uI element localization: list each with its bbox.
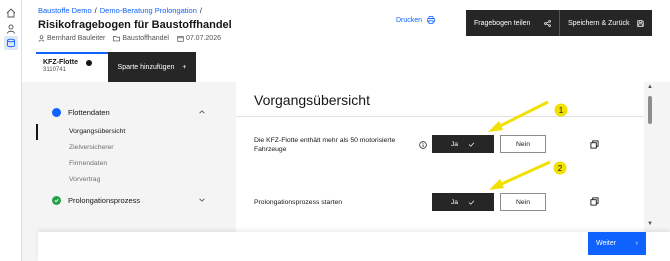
scrollbar-thumb[interactable] — [648, 96, 652, 124]
panel-heading: Vorgangsübersicht — [254, 92, 370, 108]
nav-item-firmendaten[interactable]: Firmendaten — [36, 156, 216, 172]
question-fahrzeuge: Die KFZ-Flotte enthält mehr als 50 motor… — [254, 137, 396, 153]
app-root: Baustoffe Demo / Demo-Beratung Prolongat… — [0, 0, 670, 261]
meta-company: Baustoffhandel — [113, 35, 169, 42]
yes-label: Ja — [450, 140, 459, 148]
no-label: Nein — [516, 198, 530, 206]
add-sparte-button[interactable]: Sparte hinzufügen + — [108, 52, 196, 82]
info-icon[interactable] — [419, 141, 427, 149]
page-meta: Bernhard Bauleiter Baustoffhandel 07.07.… — [38, 35, 221, 42]
meta-date: 07.07.2026 — [177, 35, 221, 42]
nav-section-label: Prolongationsprozess — [68, 195, 141, 205]
questionnaire-panel: Vorgangsübersicht Die KFZ-Flotte enthält… — [236, 82, 656, 232]
yes-label: Ja — [450, 198, 459, 206]
share-icon — [544, 19, 551, 27]
chevron-up-icon — [199, 110, 205, 114]
nav-section-prolongationsprozess[interactable]: Prolongationsprozess — [36, 192, 216, 208]
next-button[interactable]: Weiter › — [588, 232, 646, 255]
page-title: Risikofragebogen für Baustoffhandel — [38, 19, 232, 31]
share-button[interactable]: Fragebogen teilen — [466, 10, 560, 36]
copy-icon[interactable] — [590, 197, 599, 206]
nav-item-vorvertrag[interactable]: Vorvertrag — [36, 172, 216, 188]
folder-icon — [113, 36, 121, 42]
sparte-tabs: KFZ-Flotte 3110741 Sparte hinzufügen + — [22, 52, 670, 82]
printer-icon — [427, 16, 435, 24]
left-rail — [0, 0, 22, 261]
breadcrumb-separator: / — [199, 6, 202, 15]
meta-user-name: Bernhard Bauleiter — [47, 35, 106, 42]
home-icon[interactable] — [4, 6, 18, 20]
scroll-up-icon[interactable]: ▲ — [647, 84, 653, 90]
nav-section-flottendaten[interactable]: Flottendaten — [36, 104, 216, 120]
breadcrumb: Baustoffe Demo / Demo-Beratung Prolongat… — [38, 6, 202, 15]
nav-section-label: Flottendaten — [68, 107, 110, 117]
checkmark-circle-icon — [52, 195, 61, 205]
checkmark-icon — [468, 142, 475, 147]
progress-circle-icon — [52, 107, 61, 117]
page-header: Baustoffe Demo / Demo-Beratung Prolongat… — [22, 0, 670, 52]
copy-icon[interactable] — [590, 140, 599, 149]
yes-button-q2[interactable]: Ja — [432, 193, 494, 211]
calendar-icon — [177, 36, 184, 42]
panel-scrollbar[interactable]: ▲ ▼ — [644, 82, 656, 232]
next-label: Weiter — [596, 240, 617, 247]
person-icon — [38, 35, 45, 42]
tab-kfz-flotte-label: KFZ-Flotte — [43, 59, 78, 66]
print-button[interactable]: Drucken — [396, 16, 435, 24]
nav-item-zielversicherer[interactable]: Zielversicherer — [36, 140, 216, 156]
save-back-button[interactable]: Speichern & Zurück — [560, 10, 652, 36]
checkmark-icon — [468, 200, 475, 205]
user-icon[interactable] — [4, 22, 18, 36]
print-label: Drucken — [396, 16, 423, 24]
breadcrumb-link-baustoffe[interactable]: Baustoffe Demo — [38, 6, 92, 15]
question-prolongation: Prolongationsprozess starten — [254, 199, 343, 206]
save-icon — [637, 19, 644, 27]
divider — [236, 116, 644, 117]
tab-kfz-flotte-id: 3110741 — [43, 67, 66, 73]
scroll-down-icon[interactable]: ▼ — [647, 221, 653, 227]
no-button-q2[interactable]: Nein — [500, 193, 546, 211]
unsaved-dot-icon — [86, 59, 92, 66]
share-label: Fragebogen teilen — [474, 19, 531, 27]
meta-user: Bernhard Bauleiter — [38, 35, 105, 42]
plus-icon: + — [182, 63, 187, 71]
meta-date-value: 07.07.2026 — [185, 35, 221, 42]
no-button-q1[interactable]: Nein — [500, 135, 546, 153]
section-nav: Flottendaten Vorgangsübersicht Zielversi… — [36, 82, 216, 232]
yes-button-q1[interactable]: Ja — [432, 135, 494, 153]
nav-item-vorgangsuebersicht[interactable]: Vorgangsübersicht — [36, 124, 216, 140]
tab-kfz-flotte[interactable]: KFZ-Flotte 3110741 — [36, 52, 108, 82]
no-label: Nein — [516, 140, 530, 148]
breadcrumb-separator: / — [94, 6, 97, 15]
chevron-right-icon: › — [635, 240, 638, 247]
meta-company-name: Baustoffhandel — [122, 35, 169, 42]
chevron-down-icon — [199, 198, 205, 202]
add-sparte-label: Sparte hinzufügen — [117, 63, 175, 71]
breadcrumb-link-beratung[interactable]: Demo-Beratung Prolongation — [100, 6, 197, 15]
save-back-label: Speichern & Zurück — [568, 19, 630, 27]
database-icon[interactable] — [4, 36, 18, 50]
footer-bar: Weiter › — [38, 232, 670, 261]
